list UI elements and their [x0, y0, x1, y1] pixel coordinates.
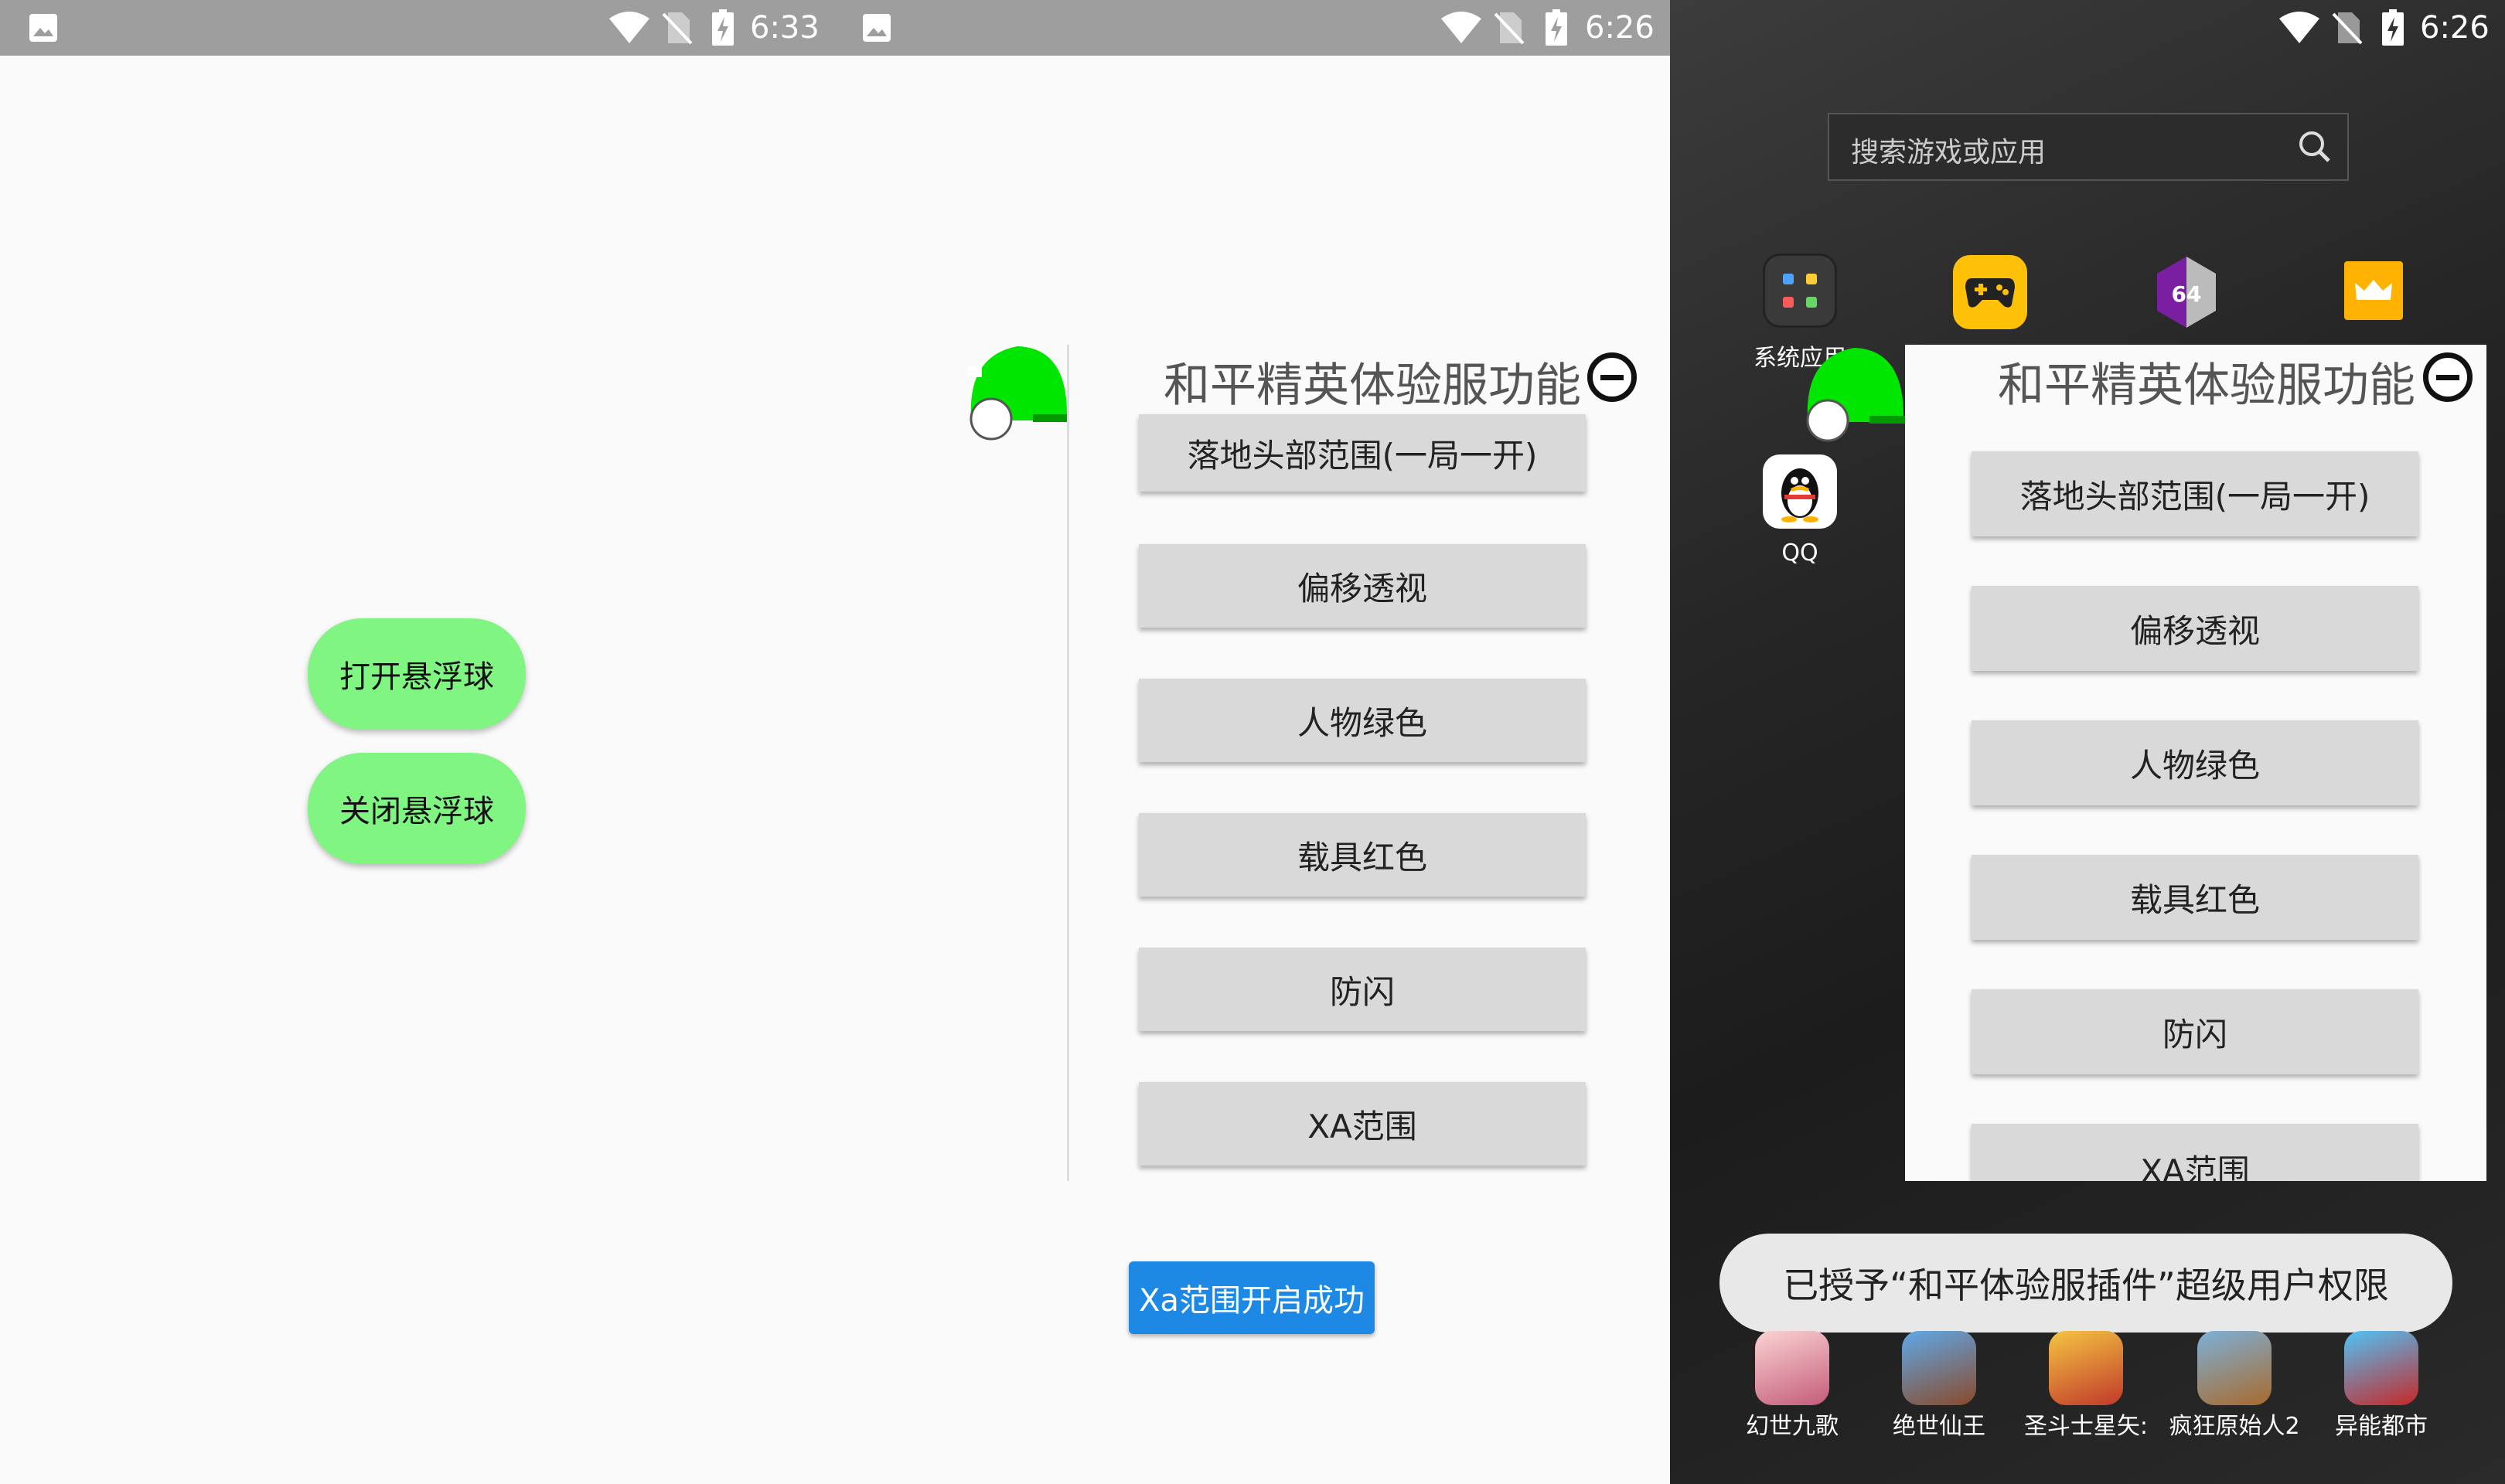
- search-placeholder: 搜索游戏或应用: [1851, 137, 2047, 168]
- menu-item-offset-xray[interactable]: 偏移透视: [1139, 544, 1586, 628]
- menu-item-xa-range[interactable]: XA范围: [1972, 1124, 2418, 1181]
- battery-charging-icon: [1546, 9, 1567, 46]
- no-sim-icon: [662, 12, 693, 45]
- no-sim-icon: [1494, 12, 1525, 45]
- success-toast: Xa范围开启成功: [1129, 1261, 1375, 1334]
- open-float-button[interactable]: 打开悬浮球: [308, 618, 526, 730]
- right-screen: 6:26 搜索游戏或应用 系统应用 64 QQ 和平精英体验服功能 落地头部范围…: [1670, 0, 2505, 1484]
- app-label: 绝世仙王: [1893, 1413, 1985, 1440]
- minimize-icon[interactable]: [2423, 352, 2473, 402]
- no-sim-icon: [2332, 12, 2363, 45]
- app-label: 异能都市: [2335, 1413, 2428, 1440]
- battery-charging-icon: [2382, 9, 2404, 46]
- feature-menu-panel: 和平精英体验服功能 落地头部范围(一局一开) 偏移透视 人物绿色 载具红色 防闪…: [1067, 345, 1651, 1181]
- search-icon[interactable]: [2296, 128, 2333, 165]
- folder-icon[interactable]: [1763, 254, 1837, 328]
- app-label: 疯狂原始人2: [2169, 1413, 2300, 1440]
- menu-item-anti-flash[interactable]: 防闪: [1972, 989, 2418, 1074]
- float-ball-icon[interactable]: [1800, 342, 1908, 450]
- minimize-icon[interactable]: [1587, 352, 1637, 402]
- status-time: 6:33: [750, 10, 820, 46]
- status-time: 6:26: [2420, 10, 2490, 46]
- menu-title: 和平精英体验服功能: [1998, 359, 2415, 413]
- game-app-icon[interactable]: [2197, 1331, 2272, 1405]
- search-input[interactable]: 搜索游戏或应用: [1828, 113, 2349, 181]
- menu-item-character-green[interactable]: 人物绿色: [1139, 679, 1586, 762]
- game-app-icon[interactable]: [2344, 1331, 2418, 1405]
- app-label: QQ: [1781, 539, 1818, 567]
- wifi-icon: [2279, 12, 2319, 43]
- left-screen: 6:33 6:26 打开悬浮球 关闭悬浮球 和平精英体验服功能 落地头部范围(一…: [0, 0, 1670, 1484]
- wifi-icon: [609, 12, 649, 43]
- menu-item-vehicle-red[interactable]: 载具红色: [1139, 813, 1586, 897]
- image-notification-icon: [863, 14, 891, 42]
- menu-item-anti-flash[interactable]: 防闪: [1139, 948, 1586, 1031]
- menu-title: 和平精英体验服功能: [1164, 359, 1581, 413]
- menu-item-xa-range[interactable]: XA范围: [1139, 1082, 1586, 1166]
- game-app-icon[interactable]: [1755, 1331, 1829, 1405]
- svg-text:64: 64: [2172, 281, 2202, 307]
- status-bar: 6:33 6:26: [0, 0, 1670, 56]
- qq-icon[interactable]: [1763, 454, 1837, 529]
- image-notification-icon: [29, 14, 57, 42]
- menu-item-head-range[interactable]: 落地头部范围(一局一开): [1972, 451, 2418, 536]
- game-app-icon[interactable]: [1902, 1331, 1976, 1405]
- wifi-icon: [1441, 12, 1481, 43]
- close-float-button[interactable]: 关闭悬浮球: [308, 753, 526, 864]
- menu-item-head-range[interactable]: 落地头部范围(一局一开): [1139, 414, 1586, 492]
- status-time: 6:26: [1585, 10, 1655, 46]
- app-label: 圣斗士星矢:: [2023, 1413, 2149, 1440]
- menu-item-offset-xray[interactable]: 偏移透视: [1972, 586, 2418, 671]
- menu-item-vehicle-red[interactable]: 载具红色: [1972, 855, 2418, 940]
- game-app-icon[interactable]: [2049, 1331, 2123, 1405]
- gamepad-icon[interactable]: [1953, 255, 2027, 329]
- battery-charging-icon: [712, 9, 734, 46]
- root-permission-toast: 已授予“和平体验服插件”超级用户权限: [1719, 1234, 2452, 1333]
- app-label: 幻世九歌: [1746, 1413, 1839, 1440]
- menu-item-character-green[interactable]: 人物绿色: [1972, 720, 2418, 805]
- float-ball-icon[interactable]: [963, 340, 1072, 448]
- feature-menu-panel: 和平精英体验服功能 落地头部范围(一局一开) 偏移透视 人物绿色 载具红色 防闪…: [1905, 345, 2486, 1181]
- gg64-icon[interactable]: 64: [2149, 254, 2224, 331]
- crown-icon[interactable]: [2344, 261, 2403, 320]
